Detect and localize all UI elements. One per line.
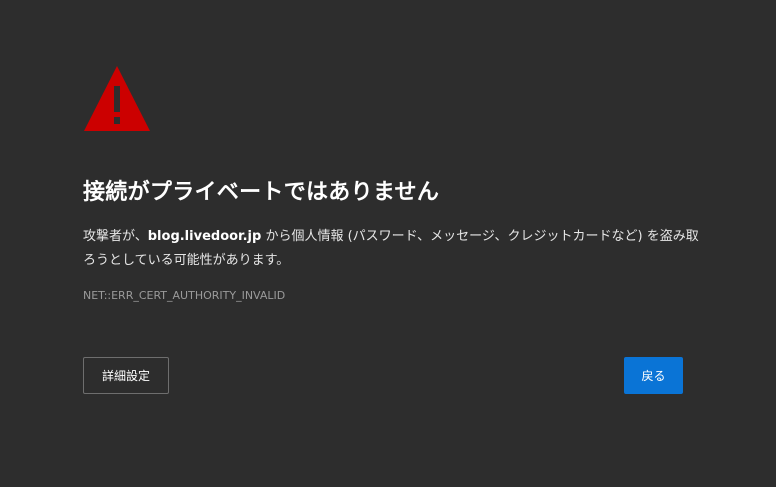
back-button[interactable]: 戻る [624, 357, 683, 394]
message-prefix: 攻撃者が、 [83, 229, 148, 244]
advanced-button[interactable]: 詳細設定 [83, 357, 169, 394]
ssl-error-page: 接続がプライベートではありません 攻撃者が、blog.livedoor.jp か… [0, 0, 776, 487]
warning-triangle-icon [82, 64, 152, 132]
page-title: 接続がプライベートではありません [83, 180, 440, 205]
message-domain: blog.livedoor.jp [147, 229, 262, 244]
error-message: 攻撃者が、blog.livedoor.jp から個人情報 (パスワード、メッセー… [83, 225, 703, 273]
error-code[interactable]: NET::ERR_CERT_AUTHORITY_INVALID [83, 289, 285, 302]
